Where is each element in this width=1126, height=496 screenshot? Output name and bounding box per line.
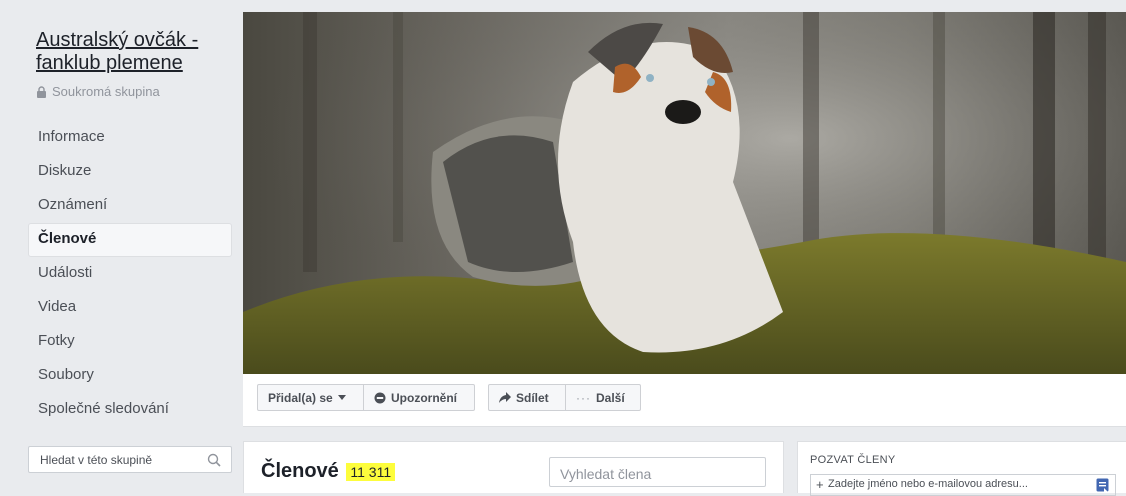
invite-input[interactable] (828, 478, 1083, 490)
nav-item-oznameni[interactable]: Oznámení (28, 189, 232, 223)
members-panel: Členové 11 311 (243, 441, 784, 493)
notifications-button[interactable]: Upozornění (363, 384, 475, 411)
nav-item-informace[interactable]: Informace (28, 121, 232, 155)
address-book-icon[interactable] (1096, 478, 1109, 492)
more-label: Další (596, 390, 625, 405)
share-label: Sdílet (516, 390, 549, 405)
members-heading: Členové 11 311 (261, 460, 396, 483)
nav-item-soubory[interactable]: Soubory (28, 359, 232, 393)
privacy-text: Soukromá skupina (52, 84, 160, 99)
more-dots-icon: ··· (576, 390, 591, 405)
member-search-box[interactable] (549, 457, 766, 487)
group-nav: Informace Diskuze Oznámení Členové Událo… (28, 121, 232, 427)
nav-item-fotky[interactable]: Fotky (28, 325, 232, 359)
group-search-box[interactable] (28, 446, 232, 473)
invite-title: POZVAT ČLENY (810, 454, 896, 466)
notifications-label: Upozornění (391, 390, 457, 405)
lock-icon (37, 85, 46, 98)
nav-item-clenove[interactable]: Členové (28, 223, 232, 257)
nav-item-videa[interactable]: Videa (28, 291, 232, 325)
left-sidebar: Australský ovčák - fanklub plemene Soukr… (0, 0, 243, 493)
plus-icon: + (816, 477, 824, 492)
share-arrow-icon (499, 392, 511, 403)
nav-item-udalosti[interactable]: Události (28, 257, 232, 291)
caret-down-icon (337, 395, 346, 400)
members-title: Členové (261, 460, 339, 482)
cover-photo-image (243, 12, 1126, 374)
cover-photo[interactable] (243, 12, 1126, 374)
privacy-label: Soukromá skupina (36, 84, 160, 99)
bell-off-icon (374, 392, 386, 403)
nav-item-diskuze[interactable]: Diskuze (28, 155, 232, 189)
search-icon[interactable] (207, 453, 221, 467)
group-action-bar: Přidal(a) se Upozornění Sdílet ··· Další (243, 374, 1126, 427)
members-count: 11 311 (346, 463, 396, 481)
invite-members-panel: POZVAT ČLENY + (797, 441, 1126, 496)
group-search-input[interactable] (38, 452, 202, 468)
joined-button[interactable]: Přidal(a) se (257, 384, 364, 411)
share-button[interactable]: Sdílet (488, 384, 566, 411)
group-title-link[interactable]: Australský ovčák - fanklub plemene (36, 29, 236, 75)
joined-label: Přidal(a) se (268, 390, 333, 405)
member-search-input[interactable] (558, 465, 762, 483)
more-button[interactable]: ··· Další (565, 384, 641, 411)
nav-item-spolecne-sledovani[interactable]: Společné sledování (28, 393, 232, 427)
